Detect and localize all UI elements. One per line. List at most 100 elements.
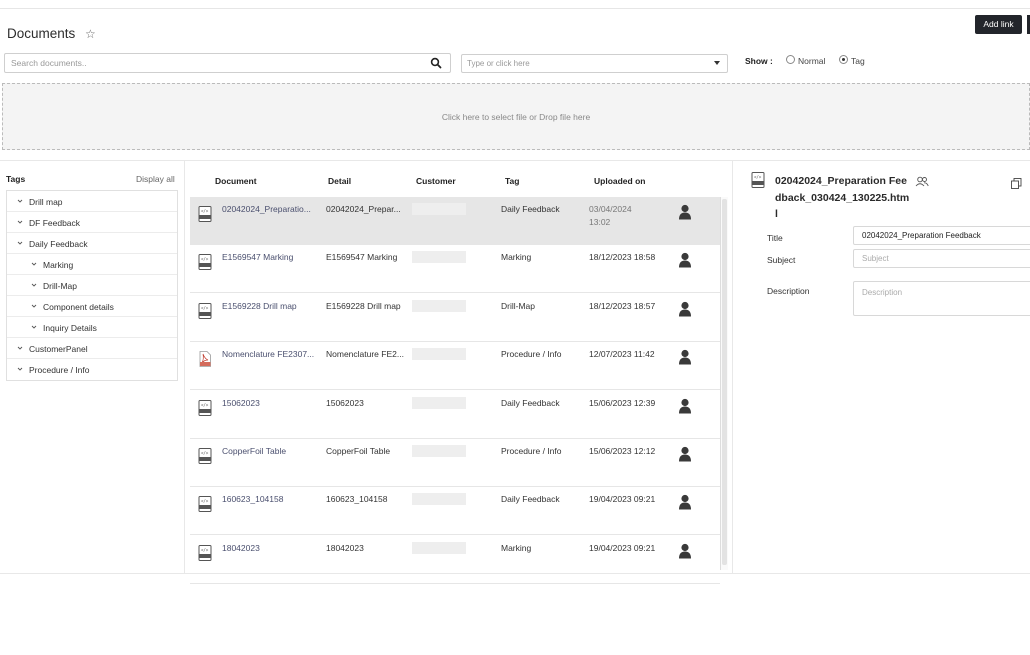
tags-tree: Drill map DF Feedback Daily Feedback Mar… — [6, 190, 178, 381]
show-tag-radio[interactable] — [839, 55, 848, 64]
add-link-button[interactable]: Add link — [975, 15, 1022, 34]
customer-redacted — [412, 299, 466, 312]
search-icon[interactable] — [430, 57, 442, 69]
dropzone-text: Click here to select file or Drop file h… — [441, 112, 591, 122]
html-file-icon: </> — [751, 172, 765, 188]
document-detail: 02042024_Prepar... — [326, 204, 401, 214]
table-row[interactable]: Nomenclature FE2307... Nomenclature FE2..… — [190, 342, 720, 391]
column-header-detail[interactable]: Detail — [328, 176, 351, 186]
document-tag: Daily Feedback — [501, 397, 560, 408]
tag-item[interactable]: Inquiry Details — [7, 317, 177, 338]
document-tag: Daily Feedback — [501, 204, 560, 214]
document-link[interactable]: E1569228 Drill map — [222, 301, 297, 311]
document-detail: 15062023 — [326, 397, 364, 408]
document-link[interactable]: 18042023 — [222, 543, 260, 553]
customer-redacted — [412, 348, 466, 361]
document-detail: E1569547 Marking — [326, 252, 398, 263]
document-link[interactable]: 02042024_Preparatio... — [222, 204, 311, 214]
column-header-tag[interactable]: Tag — [505, 176, 519, 186]
column-header-customer[interactable]: Customer — [416, 176, 456, 186]
html-file-icon: </> — [198, 254, 212, 271]
document-link[interactable]: 160623_104158 — [222, 494, 283, 504]
user-icon[interactable] — [678, 349, 692, 365]
tag-item[interactable]: Procedure / Info — [7, 359, 177, 380]
document-tag: Daily Feedback — [501, 494, 560, 505]
html-file-icon: </> — [198, 496, 212, 513]
tag-label: CustomerPanel — [29, 344, 88, 354]
table-row[interactable]: </> CopperFoil Table CopperFoil Table Proce… — [190, 439, 720, 487]
tag-filter-placeholder: Type or click here — [467, 59, 530, 68]
user-icon[interactable] — [678, 494, 692, 510]
search-box — [4, 53, 451, 73]
document-link[interactable]: 15062023 — [222, 398, 260, 408]
customer-redacted — [412, 251, 466, 264]
document-detail: Nomenclature FE2... — [326, 349, 404, 360]
show-tag-label[interactable]: Tag — [851, 56, 865, 66]
tag-item[interactable]: Component details — [7, 296, 177, 317]
document-detail: 160623_104158 — [326, 494, 388, 505]
top-divider — [0, 8, 1030, 9]
svg-text:</>: </> — [201, 209, 209, 214]
pdf-file-icon — [199, 351, 211, 368]
show-label: Show : — [745, 56, 773, 66]
search-input[interactable] — [11, 57, 411, 69]
customer-redacted — [412, 445, 466, 457]
user-icon[interactable] — [678, 204, 692, 220]
caret-down-icon — [714, 61, 720, 65]
table-row[interactable]: </> E1569547 Marking E1569547 Marking Marki… — [190, 245, 720, 294]
table-scrollbar[interactable] — [720, 197, 728, 570]
column-header-uploaded-on[interactable]: Uploaded on — [594, 176, 645, 186]
table-row[interactable]: </> 18042023 18042023 Marking 19/04/2023 09:… — [190, 536, 720, 584]
chevron-down-icon — [17, 241, 23, 245]
chevron-down-icon — [31, 262, 37, 266]
html-file-icon: </> — [198, 544, 212, 561]
customer-redacted — [412, 493, 466, 506]
tag-label: Procedure / Info — [29, 365, 90, 375]
tag-item[interactable]: Drill-Map — [7, 275, 177, 296]
table-row[interactable]: </> 160623_104158 160623_104158 Daily Feedb… — [190, 487, 720, 536]
document-tag: Marking — [501, 252, 532, 263]
user-icon[interactable] — [678, 543, 692, 559]
user-icon[interactable] — [678, 301, 692, 317]
tag-item[interactable]: CustomerPanel — [7, 338, 177, 359]
description-textarea[interactable]: Description — [853, 281, 1030, 316]
customer-redacted — [412, 203, 466, 215]
column-header-document[interactable]: Document — [215, 176, 257, 186]
svg-text:</>: </> — [201, 451, 209, 456]
show-normal-label[interactable]: Normal — [798, 56, 825, 66]
svg-text:</>: </> — [754, 175, 762, 180]
document-link[interactable]: Nomenclature FE2307... — [222, 349, 314, 359]
tag-label: Drill map — [29, 197, 63, 207]
user-icon[interactable] — [678, 252, 692, 268]
subject-input[interactable]: Subject — [853, 249, 1030, 268]
tag-item[interactable]: DF Feedback — [7, 212, 177, 233]
tag-item[interactable]: Marking — [7, 254, 177, 275]
table-row[interactable]: </> 15062023 15062023 Daily Feedback 15/06/2… — [190, 391, 720, 439]
chevron-down-icon — [17, 367, 23, 371]
tag-filter-select[interactable]: Type or click here — [461, 54, 728, 73]
scrollbar-thumb[interactable] — [722, 199, 727, 565]
subject-label: Subject — [767, 255, 796, 265]
tag-item[interactable]: Daily Feedback — [7, 233, 177, 254]
table-row[interactable]: </> E1569228 Drill map E1569228 Drill map D… — [190, 294, 720, 342]
user-icon[interactable] — [678, 446, 692, 462]
table-row[interactable]: </> 02042024_Preparatio... 02042024_Prepar… — [190, 197, 720, 245]
people-icon[interactable] — [915, 176, 929, 187]
display-all-link[interactable]: Display all — [136, 174, 175, 184]
title-input[interactable]: 02042024_Preparation Feedback — [853, 226, 1030, 245]
star-outline-icon[interactable]: ☆ — [85, 27, 96, 41]
tags-panel-title: Tags — [6, 174, 26, 184]
document-link[interactable]: CopperFoil Table — [222, 446, 286, 456]
document-link[interactable]: E1569547 Marking — [222, 252, 293, 262]
upload-date: 19/04/2023 09:21 — [589, 542, 656, 553]
tag-item[interactable]: Drill map — [7, 191, 177, 212]
detail-file-name: 02042024_Preparation Feedback_030424_130… — [775, 175, 910, 220]
svg-text:</>: </> — [201, 257, 209, 262]
copy-icon[interactable] — [1011, 178, 1022, 189]
user-icon[interactable] — [678, 398, 692, 414]
show-normal-radio[interactable] — [786, 55, 795, 64]
tag-label: Daily Feedback — [29, 239, 88, 249]
upload-date: 19/04/2023 09:21 — [589, 494, 656, 505]
chevron-down-icon — [17, 220, 23, 224]
file-dropzone[interactable]: Click here to select file or Drop file h… — [2, 83, 1030, 150]
